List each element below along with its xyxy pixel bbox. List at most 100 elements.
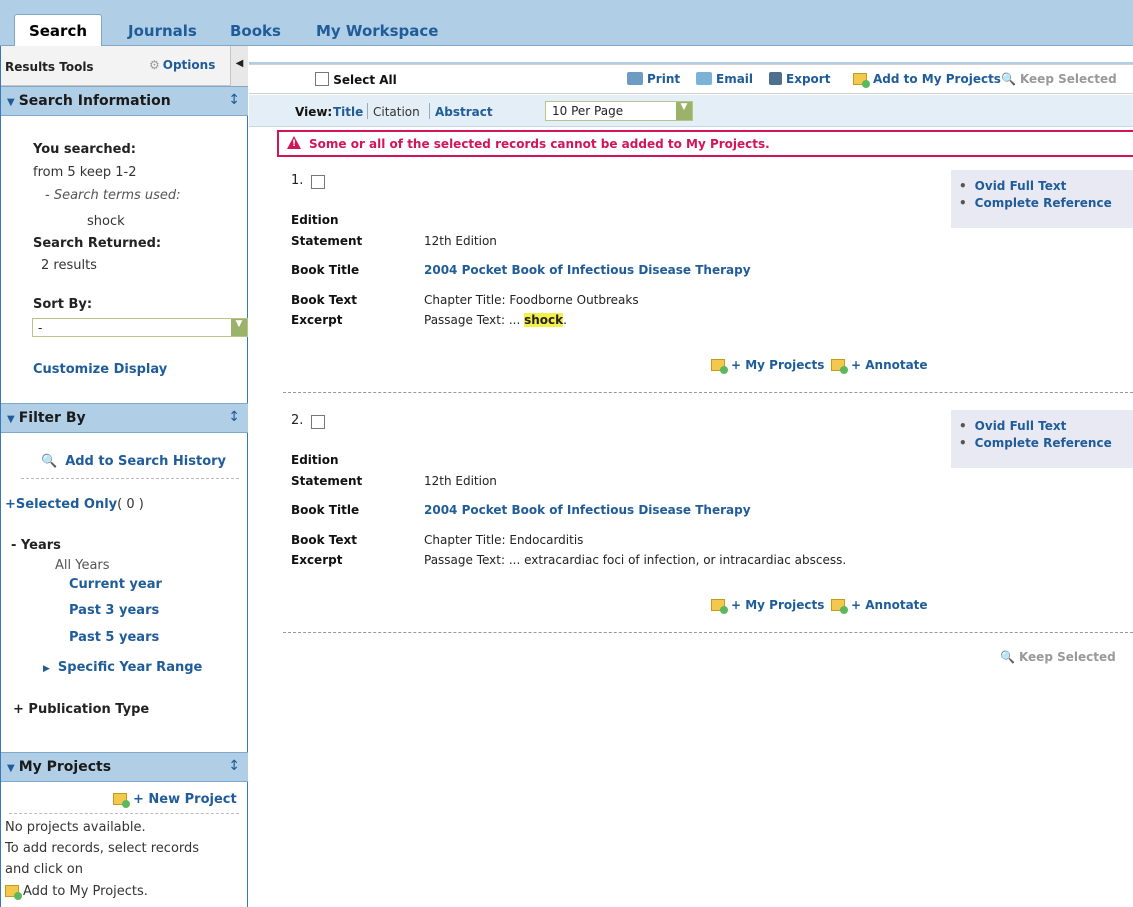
passage-text: Passage Text: ... shock.: [424, 313, 567, 327]
my-projects-header[interactable]: ▼ My Projects ↕: [1, 752, 248, 782]
view-title-link[interactable]: Title: [333, 105, 363, 119]
add-to-my-projects-link[interactable]: + My Projects: [711, 358, 824, 374]
resize-handle-icon[interactable]: ↕: [228, 758, 240, 774]
sort-by-label: Sort By:: [33, 297, 93, 312]
result-record-1: 1. Ovid Full Text Complete Reference Edi…: [249, 160, 1133, 400]
projects-message-2: To add records, select records: [5, 841, 200, 856]
book-title-link[interactable]: 2004 Pocket Book of Infectious Disease T…: [424, 263, 751, 277]
export-button[interactable]: Export: [769, 72, 830, 86]
book-text-label: Book Text: [291, 533, 357, 547]
add-to-search-history-link[interactable]: 🔍 Add to Search History: [41, 454, 226, 469]
search-query: from 5 keep 1-2: [33, 165, 137, 180]
results-toolbar: Select All Print Email Export Add to My …: [249, 64, 1133, 94]
chapter-title: Chapter Title: Foodborne Outbreaks: [424, 293, 639, 307]
magnifier-plus-icon: 🔍: [41, 454, 58, 469]
warning-icon: !: [287, 136, 301, 149]
print-button[interactable]: Print: [627, 72, 680, 86]
specific-year-range-toggle[interactable]: ▶ Specific Year Range: [43, 660, 202, 675]
search-highlight: shock: [524, 313, 564, 327]
printer-icon: [627, 72, 643, 85]
record-checkbox[interactable]: [311, 175, 325, 189]
per-page-select[interactable]: 10 Per Page ▼: [545, 101, 693, 121]
chapter-title: Chapter Title: Endocarditis: [424, 533, 584, 547]
search-returned-label: Search Returned:: [33, 236, 162, 251]
ovid-full-text-link[interactable]: Ovid Full Text: [959, 419, 1133, 433]
divider: [367, 103, 368, 119]
ovid-full-text-link[interactable]: Ovid Full Text: [959, 179, 1133, 193]
record-divider: [283, 392, 1133, 393]
search-term: shock: [87, 214, 125, 229]
filter-by-header[interactable]: ▼ Filter By ↕: [1, 403, 248, 433]
dropdown-arrow-icon: ▼: [231, 319, 247, 336]
collapse-sidebar-button[interactable]: ◀: [230, 46, 248, 86]
triangle-down-icon: ▼: [7, 97, 15, 108]
email-icon: [696, 72, 712, 85]
selected-only-filter[interactable]: +Selected Only( 0 ): [5, 497, 144, 512]
view-bar: View: Title Citation Abstract 10 Per Pag…: [249, 95, 1133, 127]
magnifier-plus-icon: 🔍: [1001, 72, 1016, 86]
annotate-icon: [831, 599, 848, 614]
record-number: 1.: [291, 173, 304, 188]
sidebar: Results Tools ⚙ Options ◀ ▼ Search Informa…: [0, 46, 248, 907]
divider: [21, 478, 239, 479]
customize-display-link[interactable]: Customize Display: [33, 362, 167, 377]
sort-by-select[interactable]: - ▼: [32, 318, 248, 337]
tab-search[interactable]: Search: [14, 14, 102, 46]
annotate-icon: [831, 359, 848, 374]
projects-message-1: No projects available.: [5, 820, 146, 835]
you-searched-label: You searched:: [33, 142, 136, 157]
select-all-control[interactable]: Select All: [315, 72, 397, 87]
folder-add-icon: [711, 599, 728, 614]
email-button[interactable]: Email: [696, 72, 753, 86]
year-option-current[interactable]: Current year: [69, 577, 162, 592]
add-to-my-projects-link[interactable]: + My Projects: [711, 598, 824, 614]
toolbar-top-strip: [249, 46, 1133, 64]
record-links-box: Ovid Full Text Complete Reference: [951, 170, 1133, 228]
statement-label: Statement: [291, 234, 363, 248]
record-checkbox[interactable]: [311, 415, 325, 429]
edition-label: Edition: [291, 453, 339, 467]
record-divider: [283, 632, 1133, 633]
error-alert: ! Some or all of the selected records can…: [277, 130, 1133, 157]
publication-type-filter[interactable]: + Publication Type: [13, 702, 149, 717]
keep-selected-button[interactable]: 🔍 Keep Selected: [1001, 72, 1117, 86]
top-nav: Search Journals Books My Workspace: [0, 0, 1133, 46]
edition-value: 12th Edition: [424, 234, 497, 248]
search-returned-value: 2 results: [41, 258, 97, 273]
annotate-link[interactable]: + Annotate: [831, 598, 928, 614]
triangle-right-icon: ▶: [43, 664, 50, 674]
all-years-option[interactable]: All Years: [55, 558, 110, 573]
view-citation-link[interactable]: Citation: [373, 105, 420, 119]
record-links-box: Ovid Full Text Complete Reference: [951, 410, 1133, 468]
tab-books[interactable]: Books: [230, 14, 281, 46]
triangle-down-icon: ▼: [7, 414, 15, 425]
complete-reference-link[interactable]: Complete Reference: [959, 436, 1133, 450]
add-to-my-projects-button[interactable]: Add to My Projects: [853, 72, 1001, 88]
years-filter-label[interactable]: - Years: [11, 538, 61, 553]
book-title-link[interactable]: 2004 Pocket Book of Infectious Disease T…: [424, 503, 751, 517]
tab-my-workspace[interactable]: My Workspace: [316, 14, 438, 46]
divider: [429, 103, 430, 119]
keep-selected-bottom-button[interactable]: 🔍 Keep Selected: [1000, 650, 1116, 664]
annotate-link[interactable]: + Annotate: [831, 358, 928, 374]
search-information-header[interactable]: ▼ Search Information ↕: [1, 86, 248, 116]
projects-message-4: Add to My Projects.: [5, 884, 148, 900]
result-record-2: 2. Ovid Full Text Complete Reference Edi…: [249, 400, 1133, 640]
year-option-past-3[interactable]: Past 3 years: [69, 603, 159, 618]
resize-handle-icon[interactable]: ↕: [228, 409, 240, 425]
view-label: View:: [295, 105, 333, 119]
tab-journals[interactable]: Journals: [128, 14, 197, 46]
resize-handle-icon[interactable]: ↕: [228, 92, 240, 108]
dropdown-arrow-icon: ▼: [676, 102, 692, 120]
complete-reference-link[interactable]: Complete Reference: [959, 196, 1133, 210]
folder-add-icon: [711, 359, 728, 374]
select-all-checkbox[interactable]: [315, 72, 329, 86]
view-abstract-link[interactable]: Abstract: [435, 105, 493, 119]
passage-text: Passage Text: ... extracardiac foci of i…: [424, 553, 847, 567]
excerpt-label: Excerpt: [291, 313, 343, 327]
arrow-left-icon: ◀: [235, 58, 244, 69]
new-project-button[interactable]: + New Project: [113, 792, 237, 808]
options-button[interactable]: ⚙ Options: [149, 58, 215, 72]
statement-label: Statement: [291, 474, 363, 488]
year-option-past-5[interactable]: Past 5 years: [69, 630, 159, 645]
